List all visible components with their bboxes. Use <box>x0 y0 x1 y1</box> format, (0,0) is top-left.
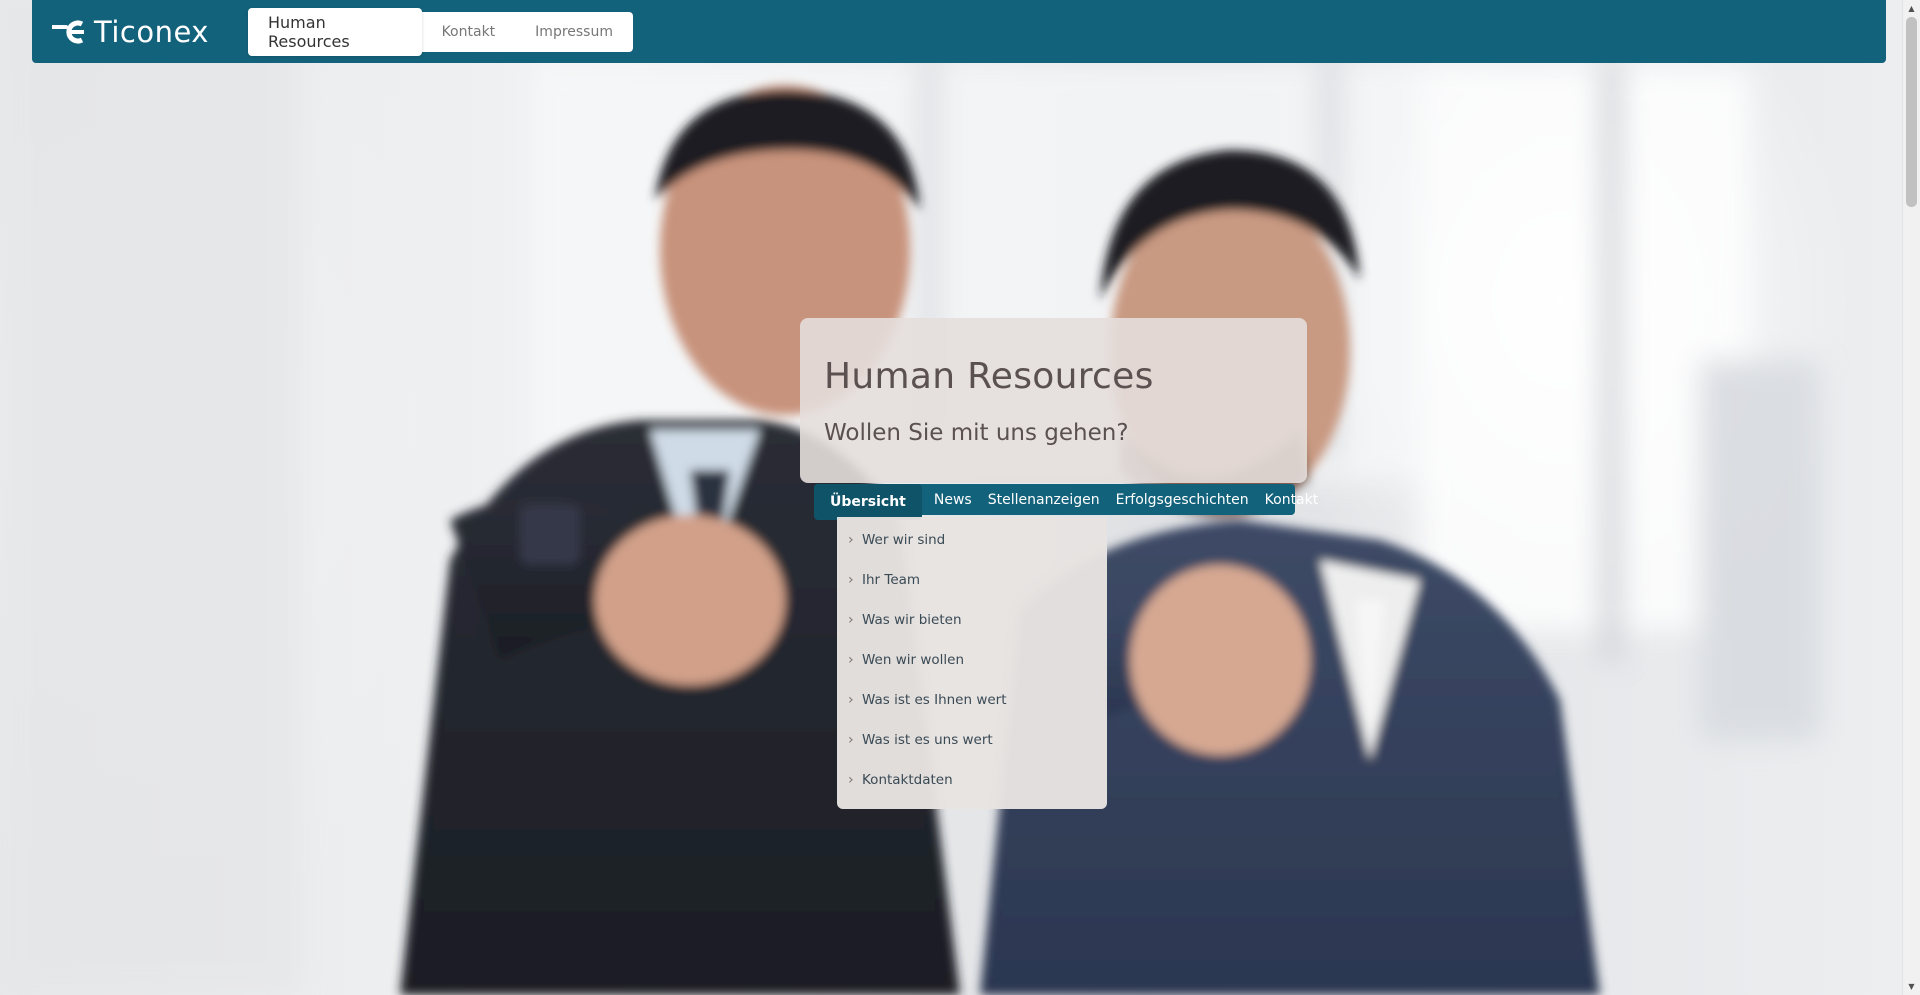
dropdown-item-label: Ihr Team <box>862 572 921 588</box>
dropdown-item-label: Kontaktdaten <box>862 772 953 788</box>
scrollbar-thumb[interactable] <box>1906 17 1917 207</box>
hero-card: Human Resources Wollen Sie mit uns gehen… <box>800 318 1307 483</box>
top-navigation-bar: Ticonex Human Resources Kontakt Impressu… <box>32 0 1886 63</box>
chevron-right-icon: › <box>848 692 854 708</box>
dropdown-item-label: Wen wir wollen <box>862 652 965 668</box>
hero-subtitle: Wollen Sie mit uns gehen? <box>824 420 1129 446</box>
page-scrollbar[interactable]: ▲ ▼ <box>1902 0 1920 995</box>
dropdown-item-wer-wir-sind[interactable]: › Wer wir sind <box>837 520 1107 560</box>
uebersicht-dropdown-menu: › Wer wir sind › Ihr Team › Was wir biet… <box>837 517 1107 809</box>
dropdown-item-label: Was ist es uns wert <box>862 732 993 748</box>
tab-news[interactable]: News <box>926 484 980 515</box>
topnav-item-impressum[interactable]: Impressum <box>515 12 633 52</box>
chevron-right-icon: › <box>848 532 854 548</box>
top-nav-menu: Human Resources Kontakt Impressum <box>248 8 633 56</box>
chevron-right-icon: › <box>848 772 854 788</box>
dropdown-item-was-wir-bieten[interactable]: › Was wir bieten <box>837 600 1107 640</box>
dropdown-item-ihr-team[interactable]: › Ihr Team <box>837 560 1107 600</box>
chevron-right-icon: › <box>848 572 854 588</box>
dropdown-item-kontaktdaten[interactable]: › Kontaktdaten <box>837 760 1107 800</box>
logo-text: Ticonex <box>94 14 209 49</box>
dropdown-item-was-ist-es-ihnen-wert[interactable]: › Was ist es Ihnen wert <box>837 680 1107 720</box>
tab-kontakt[interactable]: Kontakt <box>1257 484 1327 515</box>
dropdown-item-label: Was wir bieten <box>862 612 962 628</box>
tab-stellenanzeigen[interactable]: Stellenanzeigen <box>980 484 1108 515</box>
chevron-right-icon: › <box>848 612 854 628</box>
tab-uebersicht[interactable]: Übersicht <box>814 483 922 520</box>
arrow-up-icon[interactable]: ▲ <box>1903 0 1920 17</box>
dropdown-item-wen-wir-wollen[interactable]: › Wen wir wollen <box>837 640 1107 680</box>
logo[interactable]: Ticonex <box>50 0 209 63</box>
chevron-right-icon: › <box>848 652 854 668</box>
chevron-right-icon: › <box>848 732 854 748</box>
topnav-item-kontakt[interactable]: Kontakt <box>422 12 516 52</box>
topnav-item-human-resources[interactable]: Human Resources <box>248 8 422 56</box>
hero-title: Human Resources <box>824 356 1154 397</box>
arrow-down-icon[interactable]: ▼ <box>1903 978 1920 995</box>
tab-erfolgsgeschichten[interactable]: Erfolgsgeschichten <box>1108 484 1257 515</box>
section-subnav: Übersicht News Stellenanzeigen Erfolgsge… <box>814 483 1318 520</box>
dropdown-item-label: Wer wir sind <box>862 532 946 548</box>
dropdown-item-label: Was ist es Ihnen wert <box>862 692 1007 708</box>
ticonex-logo-mark-icon <box>50 19 90 45</box>
dropdown-item-was-ist-es-uns-wert[interactable]: › Was ist es uns wert <box>837 720 1107 760</box>
